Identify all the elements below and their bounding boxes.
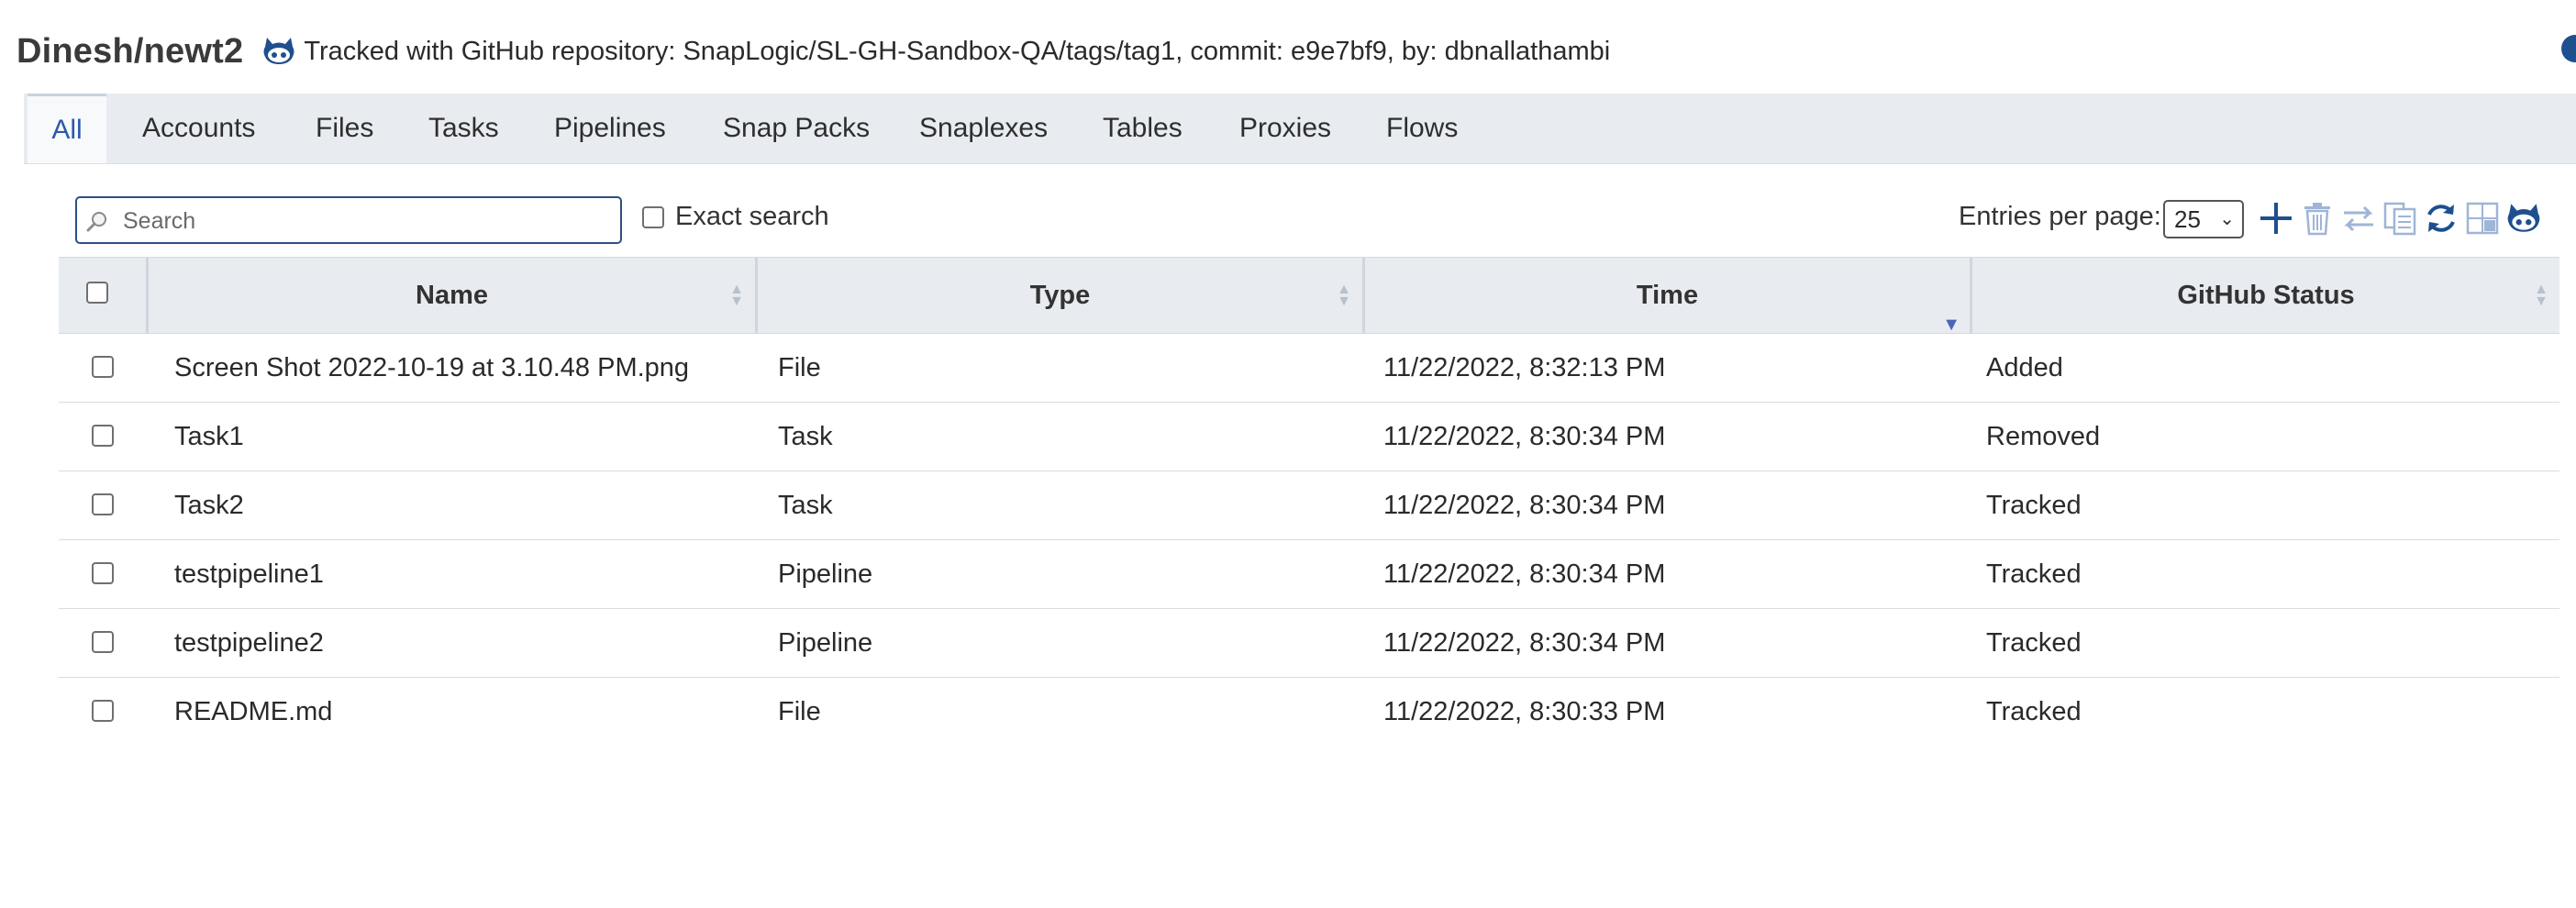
cell-name[interactable]: Task2: [174, 471, 244, 539]
cell-name[interactable]: testpipeline1: [174, 540, 324, 608]
tab-tasks[interactable]: Tasks: [428, 94, 499, 163]
search-box[interactable]: [75, 196, 622, 244]
cell-time: 11/22/2022, 8:30:34 PM: [1383, 559, 1666, 589]
tab-flows[interactable]: Flows: [1386, 94, 1458, 163]
cell-time: 11/22/2022, 8:30:34 PM: [1383, 422, 1666, 451]
tab-snap-packs[interactable]: Snap Packs: [723, 94, 870, 163]
row-checkbox[interactable]: [92, 425, 114, 447]
tab-all[interactable]: All: [28, 94, 106, 163]
column-header-label: Name: [416, 281, 488, 310]
refresh-icon[interactable]: [2421, 196, 2461, 240]
github-icon[interactable]: [2504, 196, 2544, 240]
cell-name[interactable]: Task1: [174, 403, 244, 471]
tab-proxies[interactable]: Proxies: [1239, 94, 1331, 163]
cell-github-status: Tracked: [1986, 559, 2082, 589]
tab-snaplexes[interactable]: Snaplexes: [919, 94, 1048, 163]
delete-icon[interactable]: [2297, 196, 2337, 240]
table-row[interactable]: README.md File 11/22/2022, 8:30:33 PM Tr…: [59, 678, 2559, 746]
cell-github-status: Tracked: [1986, 697, 2082, 726]
cell-github-status: Tracked: [1986, 491, 2082, 520]
column-header-label: GitHub Status: [2177, 281, 2355, 310]
github-tracking-info: Tracked with GitHub repository: SnapLogi…: [304, 36, 1611, 66]
search-input[interactable]: [121, 204, 611, 238]
sort-icon: ▲ ▼: [729, 282, 744, 309]
add-icon[interactable]: [2256, 196, 2296, 240]
cell-type: File: [778, 697, 821, 726]
exact-search-option[interactable]: Exact search: [642, 202, 829, 232]
tab-tables[interactable]: Tables: [1103, 94, 1183, 163]
project-path: Dinesh/newt2: [17, 31, 244, 71]
column-header-type[interactable]: Type ▲ ▼: [758, 258, 1365, 333]
search-icon: [84, 209, 110, 239]
cell-type: Task: [778, 422, 833, 451]
copy-icon[interactable]: [2380, 196, 2420, 240]
cell-name[interactable]: Screen Shot 2022-10-19 at 3.10.48 PM.png: [174, 334, 689, 402]
cell-type: Task: [778, 491, 833, 520]
tab-accounts[interactable]: Accounts: [142, 94, 255, 163]
table-row[interactable]: testpipeline1 Pipeline 11/22/2022, 8:30:…: [59, 540, 2559, 609]
entries-per-page-label: Entries per page:: [1959, 202, 2161, 231]
github-icon: [261, 34, 296, 69]
user-avatar-icon[interactable]: [2561, 35, 2576, 62]
import-icon[interactable]: [2462, 196, 2503, 240]
cell-time: 11/22/2022, 8:32:13 PM: [1383, 353, 1666, 382]
cell-time: 11/22/2022, 8:30:34 PM: [1383, 491, 1666, 520]
column-header-name[interactable]: Name ▲ ▼: [149, 258, 758, 333]
tab-files[interactable]: Files: [316, 94, 373, 163]
table-row[interactable]: Task2 Task 11/22/2022, 8:30:34 PM Tracke…: [59, 471, 2559, 540]
row-checkbox[interactable]: [92, 562, 114, 584]
cell-type: Pipeline: [778, 559, 873, 589]
entries-per-page-value: 25: [2174, 205, 2201, 233]
row-checkbox[interactable]: [92, 493, 114, 515]
select-all-checkbox[interactable]: [86, 282, 108, 304]
cell-github-status: Removed: [1986, 422, 2101, 451]
page-header: Dinesh/newt2 Tracked with GitHub reposit…: [17, 26, 1610, 77]
tab-pipelines[interactable]: Pipelines: [554, 94, 666, 163]
column-header-time[interactable]: Time ▼: [1365, 258, 1972, 335]
cell-name[interactable]: README.md: [174, 678, 332, 746]
cell-type: File: [778, 353, 821, 382]
table-row[interactable]: testpipeline2 Pipeline 11/22/2022, 8:30:…: [59, 609, 2559, 678]
column-header-label: Type: [1029, 281, 1091, 310]
table-row[interactable]: Screen Shot 2022-10-19 at 3.10.48 PM.png…: [59, 334, 2559, 403]
cell-github-status: Added: [1986, 353, 2063, 382]
column-header-label: Time: [1636, 281, 1699, 310]
entries-per-page-select[interactable]: 25 ⌄: [2163, 200, 2244, 238]
cell-name[interactable]: testpipeline2: [174, 609, 324, 677]
cell-type: Pipeline: [778, 628, 873, 658]
assets-table: Name ▲ ▼ Type ▲ ▼ Time ▼ GitHub Status ▲ ▼ …: [59, 257, 2559, 746]
cell-time: 11/22/2022, 8:30:33 PM: [1383, 697, 1666, 726]
table-header: Name ▲ ▼ Type ▲ ▼ Time ▼ GitHub Status ▲ ▼: [59, 257, 2559, 335]
table-row[interactable]: Task1 Task 11/22/2022, 8:30:34 PM Remove…: [59, 403, 2559, 471]
cell-github-status: Tracked: [1986, 628, 2082, 658]
cell-time: 11/22/2022, 8:30:34 PM: [1383, 628, 1666, 658]
chevron-down-icon: ⌄: [2219, 209, 2235, 229]
toolbar: Exact search Entries per page: 25 ⌄: [75, 196, 2552, 248]
exact-search-label: Exact search: [675, 202, 829, 231]
sort-icon: ▲ ▼: [2534, 282, 2548, 309]
column-header-github-status[interactable]: GitHub Status ▲ ▼: [1972, 258, 2559, 333]
asset-type-tabs: All Accounts Files Tasks Pipelines Snap …: [24, 94, 2576, 164]
row-checkbox[interactable]: [92, 356, 114, 378]
move-icon[interactable]: [2338, 196, 2379, 240]
sort-icon: ▲ ▼: [1337, 282, 1351, 309]
row-checkbox[interactable]: [92, 631, 114, 653]
row-checkbox[interactable]: [92, 700, 114, 722]
select-all-cell: [59, 258, 149, 333]
exact-search-checkbox[interactable]: [642, 205, 664, 228]
